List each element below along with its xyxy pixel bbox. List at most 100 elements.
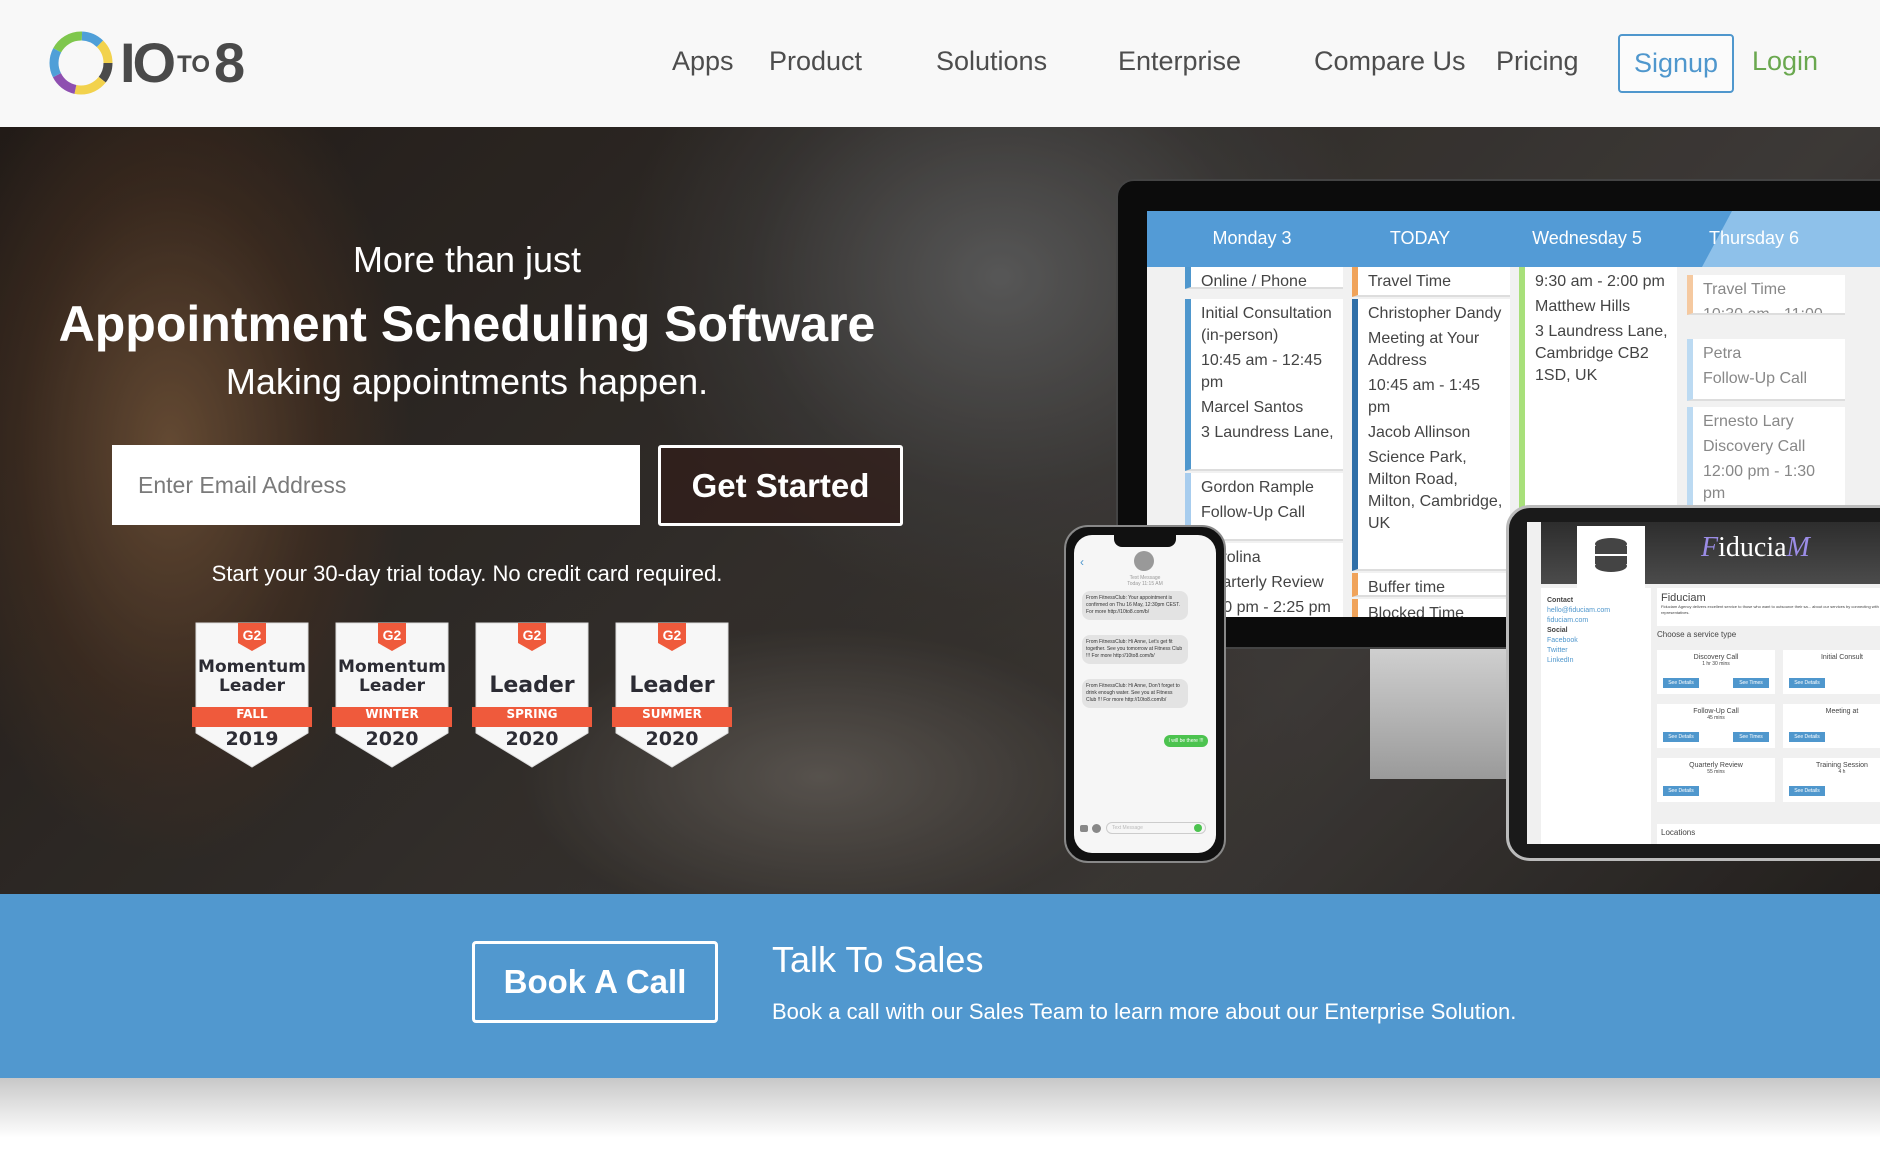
service-card[interactable]: Training Session 4 h See Details	[1783, 758, 1880, 802]
service-duration: 4 h	[1838, 769, 1846, 775]
phone-mockup: ‹ Text Message Today 11:15 AM From Fitne…	[1064, 525, 1226, 863]
booking-page-screen: FiduciaM Contact hello@fiduciam.com fidu…	[1527, 522, 1880, 844]
sms-message: From FitnessClub: Hi Anne, Let's get fit…	[1082, 635, 1188, 664]
back-chevron-icon[interactable]: ‹	[1080, 555, 1084, 569]
event-line: 3 Laundress Lane,	[1201, 424, 1334, 441]
talk-to-sales-band: Book A Call Talk To Sales Book a call wi…	[0, 894, 1880, 1078]
top-navigation: IO TO8 Apps Product Solutions Enterprise …	[0, 0, 1880, 127]
cta-title: Talk To Sales	[772, 939, 984, 980]
cta-text: Book a call with our Sales Team to learn…	[772, 999, 1517, 1024]
choose-service-label: Choose a service type	[1657, 630, 1737, 639]
event-line: 10:45 am - 12:45 pm	[1201, 352, 1322, 391]
signup-button[interactable]: Signup	[1618, 34, 1734, 93]
calendar-event[interactable]: Travel Time 10:15 am - 10:45	[1352, 267, 1510, 297]
service-duration: 1 hr 30 mins	[1702, 661, 1730, 667]
nav-solutions[interactable]: Solutions	[936, 46, 1047, 77]
company-logo	[1577, 526, 1645, 588]
social-label: Social	[1547, 627, 1568, 634]
event-line: 9:30 am - 2:00 pm	[1535, 273, 1665, 290]
facebook-link[interactable]: Facebook	[1547, 636, 1645, 646]
badge-title-line1: Momentum	[198, 657, 306, 677]
event-line: 12:00 pm - 1:30 pm	[1703, 463, 1816, 502]
day-wednesday: Wednesday 5	[1532, 228, 1642, 248]
nav-apps[interactable]: Apps	[672, 46, 734, 77]
logo[interactable]: IO TO8	[48, 30, 245, 96]
booking-main: Fiduciam Fiduciam Agency delivers excell…	[1657, 588, 1880, 844]
event-line: Science Park, Milton Road, Milton, Cambr…	[1368, 449, 1503, 532]
calendar-event[interactable]: Buffer time	[1352, 573, 1510, 597]
calendar-event[interactable]: Blocked Time2:00 pm - 3:00 pm	[1352, 599, 1510, 617]
event-line: Matthew Hills	[1535, 298, 1631, 315]
contact-email-link[interactable]: hello@fiduciam.com	[1547, 606, 1645, 616]
nav-compare-us[interactable]: Compare Us	[1314, 46, 1466, 77]
see-details-button[interactable]: See Details	[1789, 732, 1825, 742]
event-line: 10:45 am - 1:45 pm	[1368, 377, 1481, 416]
see-details-button[interactable]: See Details	[1789, 678, 1825, 688]
event-line: Travel Time	[1703, 281, 1786, 298]
event-line: Online / Phone	[1201, 273, 1307, 289]
login-link[interactable]: Login	[1752, 46, 1818, 77]
contact-website-link[interactable]: fiduciam.com	[1547, 616, 1645, 626]
see-details-button[interactable]: See Details	[1663, 678, 1699, 688]
event-line: 10:30 am - 11:00	[1703, 306, 1823, 315]
badge-year: 2020	[645, 728, 699, 750]
nav-enterprise[interactable]: Enterprise	[1118, 46, 1241, 77]
badge-title-line2: Leader	[219, 676, 285, 696]
see-details-button[interactable]: See Details	[1789, 786, 1825, 796]
event-line: Discovery Call	[1703, 438, 1806, 455]
badge-year: 2020	[365, 728, 419, 750]
book-a-call-button[interactable]: Book A Call	[472, 941, 718, 1023]
day-monday: Monday 3	[1212, 228, 1292, 248]
see-times-button[interactable]: See Times	[1733, 732, 1769, 742]
event-line: Marcel Santos	[1201, 399, 1304, 416]
calendar-event[interactable]: 9:30 am - 2:00 pm Matthew Hills 3 Laundres…	[1519, 267, 1677, 527]
tablet-mockup: FiduciaM Contact hello@fiduciam.com fidu…	[1506, 505, 1880, 861]
email-input[interactable]	[112, 445, 640, 525]
nav-product[interactable]: Product	[769, 46, 862, 77]
event-line: 3 Laundress Lane, Cambridge CB2 1SD, UK	[1535, 323, 1668, 384]
contact-avatar-icon	[1134, 551, 1154, 571]
see-details-button[interactable]: See Details	[1663, 786, 1699, 796]
service-card[interactable]: Quarterly Review 55 mins See Details	[1657, 758, 1775, 802]
hero-subtitle: Making appointments happen.	[225, 361, 709, 402]
see-details-button[interactable]: See Details	[1663, 732, 1699, 742]
sms-reply: I will be there !!!	[1164, 735, 1208, 747]
company-name: Fiduciam	[1661, 592, 1706, 604]
calendar-event[interactable]: Christopher Dandy Meeting at Your Address…	[1352, 299, 1510, 571]
calendar-event[interactable]: Initial Consultation (in-person) 10:45 am…	[1185, 299, 1343, 471]
logo-wordmark: IO TO8	[120, 35, 245, 91]
see-times-button[interactable]: See Times	[1733, 678, 1769, 688]
camera-icon[interactable]	[1080, 825, 1088, 832]
event-line: Meeting at Your Address	[1368, 330, 1480, 369]
hero-title: Appointment Scheduling Software	[58, 296, 876, 352]
section-shadow	[0, 1078, 1880, 1138]
calendar-event[interactable]: Petra Follow-Up Call	[1687, 339, 1845, 401]
service-card[interactable]: Meeting at See Details	[1783, 704, 1880, 748]
linkedin-link[interactable]: LinkedIn	[1547, 656, 1645, 666]
brand-m: M	[1786, 532, 1810, 563]
logo-part1: IO	[120, 31, 176, 94]
service-duration: 55 mins	[1707, 769, 1725, 775]
service-duration: 45 mins	[1707, 715, 1725, 721]
nav-pricing[interactable]: Pricing	[1496, 46, 1579, 77]
trial-note: Start your 30-day trial today. No credit…	[211, 561, 723, 586]
badge-season: FALL	[236, 707, 268, 721]
contact-label: Contact	[1547, 597, 1574, 604]
appstore-icon[interactable]	[1092, 824, 1101, 833]
g2-badge: G2 Leader SUMMER 2020	[612, 621, 732, 771]
service-name: Meeting at	[1825, 708, 1859, 715]
get-started-button[interactable]: Get Started	[658, 445, 903, 526]
calendar-event[interactable]: Online / Phone	[1185, 267, 1343, 289]
event-line: Follow-Up Call	[1703, 370, 1808, 387]
company-description: Fiduciam Agency delivers excellent servi…	[1661, 604, 1880, 615]
calendar-event[interactable]: Travel Time 10:30 am - 11:00	[1687, 275, 1845, 315]
brand-mid: iducia	[1718, 532, 1787, 563]
twitter-link[interactable]: Twitter	[1547, 646, 1645, 656]
service-card[interactable]: Initial Consult See Details	[1783, 650, 1880, 694]
send-icon[interactable]	[1194, 824, 1202, 832]
sms-message: From FitnessClub: Your appointment is co…	[1082, 591, 1188, 620]
service-card[interactable]: Discovery Call 1 hr 30 mins See Details …	[1657, 650, 1775, 694]
service-card[interactable]: Follow-Up Call 45 mins See Details See T…	[1657, 704, 1775, 748]
sms-input[interactable]: Text Message	[1106, 822, 1206, 834]
g2-logo-icon: G2	[382, 627, 402, 643]
